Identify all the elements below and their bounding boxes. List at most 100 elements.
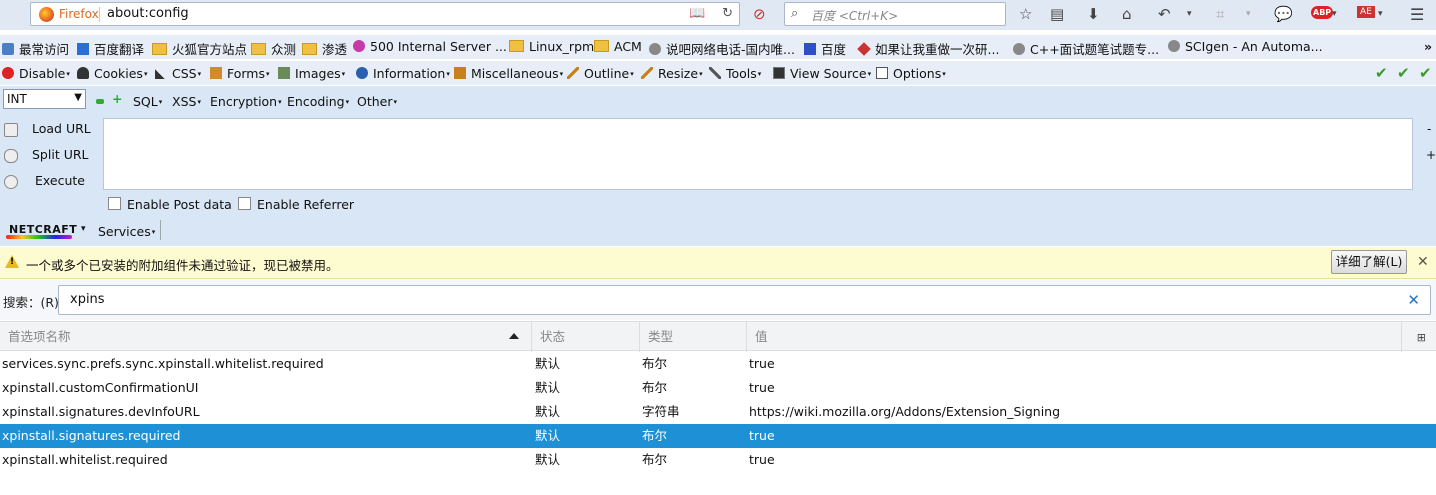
chat-icon[interactable]: 💬 [1274,5,1293,23]
bookmark-item[interactable]: SCIgen - An Automa... [1168,39,1323,54]
bookmark-item[interactable]: 众测 [251,39,296,58]
bookmark-star-icon[interactable]: ☆ [1019,5,1032,23]
adblock-plus-icon[interactable]: ABP [1311,6,1334,19]
bookmark-item[interactable]: 火狐官方站点 [152,39,247,58]
services-menu[interactable]: Services▾ [98,224,155,239]
table-row[interactable]: services.sync.prefs.sync.xpinstall.white… [0,352,1436,376]
int-select[interactable]: INT ▼ [3,89,86,109]
menu-forms[interactable]: Forms▾ [210,66,270,81]
css-icon [155,67,167,79]
bookmark-item[interactable]: 百度 [804,39,846,58]
expand-icon[interactable]: + [1426,148,1436,162]
netcraft-dropdown-icon[interactable]: ▾ [81,224,86,234]
menu-view-source[interactable]: View Source▾ [773,66,871,81]
reader-view-icon[interactable]: 📖 [689,6,705,21]
enable-referrer-checkbox[interactable]: Enable Referrer [238,197,354,212]
bookmark-item[interactable]: 最常访问 [2,39,69,58]
increase-icon[interactable]: + [112,91,122,106]
bookmark-item[interactable]: 渗透 [302,39,347,58]
column-header-value[interactable]: 值 [747,322,1402,352]
column-header-type[interactable]: 类型 [640,322,747,352]
column-header-status[interactable]: 状态 [532,322,640,352]
site-icon [353,40,365,52]
adblock-dropdown-icon[interactable]: ▾ [1332,9,1337,19]
menu-resize[interactable]: Resize▾ [641,66,703,81]
menu-encoding[interactable]: Encoding▾ [287,94,349,109]
resize-icon [641,67,653,79]
url-bar[interactable]: Firefox about:config 📖 ↻ [30,2,740,26]
bookmark-item[interactable]: 百度翻译 [77,39,144,58]
search-placeholder: 百度 <Ctrl+K> [811,9,899,23]
web-developer-toolbar: Disable▾ Cookies▾ CSS▾ Forms▾ Images▾ In… [0,61,1436,85]
decrease-icon[interactable] [96,94,104,109]
hackbar: INT ▼ + SQL▾ XSS▾ Encryption▾ Encoding▾ … [0,86,1436,246]
table-row-selected[interactable]: xpinstall.signatures.required 默认 布尔 true [0,424,1436,448]
reload-icon[interactable]: ↻ [722,6,733,21]
undo-icon[interactable]: ↶ [1158,5,1171,23]
blocked-icon[interactable]: ⊘ [753,5,766,23]
css-valid-check-icon[interactable]: ✔ [1375,64,1388,82]
bookmark-item[interactable]: 500 Internal Server ... [353,39,507,54]
menu-css[interactable]: CSS▾ [155,66,201,81]
search-box[interactable]: ⌕ 百度 <Ctrl+K> [784,2,1006,26]
enable-post-checkbox[interactable]: Enable Post data [108,197,232,212]
learn-more-button[interactable]: 详细了解(L) [1331,250,1407,274]
menu-outline[interactable]: Outline▾ [567,66,634,81]
cookies-icon [77,67,89,79]
menu-options[interactable]: Options▾ [876,66,946,81]
gear-icon [2,43,14,55]
search-input[interactable]: xpins ✕ [58,285,1431,315]
clear-icon[interactable]: ✕ [1407,291,1420,309]
column-header-name[interactable]: 首选项名称 [0,322,532,352]
menu-other[interactable]: Other▾ [357,94,397,109]
url-textarea[interactable] [103,118,1413,190]
table-row[interactable]: xpinstall.customConfirmationUI 默认 布尔 tru… [0,376,1436,400]
bookmark-item[interactable]: 如果让我重做一次研... [857,39,999,58]
netcraft-logo[interactable]: NETCRAFT [6,221,77,241]
shrink-icon[interactable]: - [1427,122,1431,136]
bookmark-item[interactable]: C++面试题笔试题专... [1013,39,1159,58]
menu-disable[interactable]: Disable▾ [2,66,70,81]
view-source-icon [773,67,785,79]
load-url-button[interactable]: Load URL [32,121,91,136]
warning-icon: ! [5,255,19,268]
folder-icon [152,43,167,55]
menu-icon[interactable]: ☰ [1410,5,1424,24]
html-valid-check-icon[interactable]: ✔ [1397,64,1410,82]
folder-icon [251,43,266,55]
browser-brand: Firefox [59,7,99,21]
crop-icon[interactable]: ⌗ [1216,5,1224,23]
sort-ascending-icon [509,333,519,339]
translate-icon [77,43,89,55]
url-text[interactable]: about:config [107,6,189,21]
menu-images[interactable]: Images▾ [278,66,345,81]
addon-dropdown-icon[interactable]: ▾ [1378,9,1383,19]
menu-cookies[interactable]: Cookies▾ [77,66,147,81]
table-row[interactable]: xpinstall.signatures.devInfoURL 默认 字符串 h… [0,400,1436,424]
table-header: 首选项名称 状态 类型 值 ⊞ [0,321,1436,352]
undo-dropdown-icon[interactable]: ▾ [1187,9,1192,19]
crop-dropdown-icon[interactable]: ▾ [1246,9,1251,19]
menu-tools[interactable]: Tools▾ [709,66,761,81]
download-icon[interactable]: ⬇ [1087,5,1100,23]
close-icon[interactable]: ✕ [1417,254,1429,270]
column-picker-icon[interactable]: ⊞ [1417,331,1426,344]
bookmarks-overflow-icon[interactable]: » [1424,39,1432,54]
menu-encryption[interactable]: Encryption▾ [210,94,282,109]
execute-button[interactable]: Execute [35,173,85,188]
home-icon[interactable]: ⌂ [1122,5,1132,23]
miscellaneous-icon [454,67,466,79]
menu-xss[interactable]: XSS▾ [172,94,201,109]
table-row[interactable]: xpinstall.whitelist.required 默认 布尔 true [0,448,1436,472]
execute-icon [4,175,18,189]
menu-sql[interactable]: SQL▾ [133,94,162,109]
bookmark-item[interactable]: 说吧网络电话-国内唯... [649,39,795,58]
menu-miscellaneous[interactable]: Miscellaneous▾ [454,66,563,81]
bookmark-item[interactable]: Linux_rpm [509,39,594,54]
addon-icon[interactable]: AE [1357,6,1375,18]
js-valid-check-icon[interactable]: ✔ [1419,64,1432,82]
bookmarks-library-icon[interactable]: ▤ [1050,5,1064,23]
bookmark-item[interactable]: ACM [594,39,642,54]
menu-information[interactable]: Information▾ [356,66,450,81]
split-url-button[interactable]: Split URL [32,147,89,162]
